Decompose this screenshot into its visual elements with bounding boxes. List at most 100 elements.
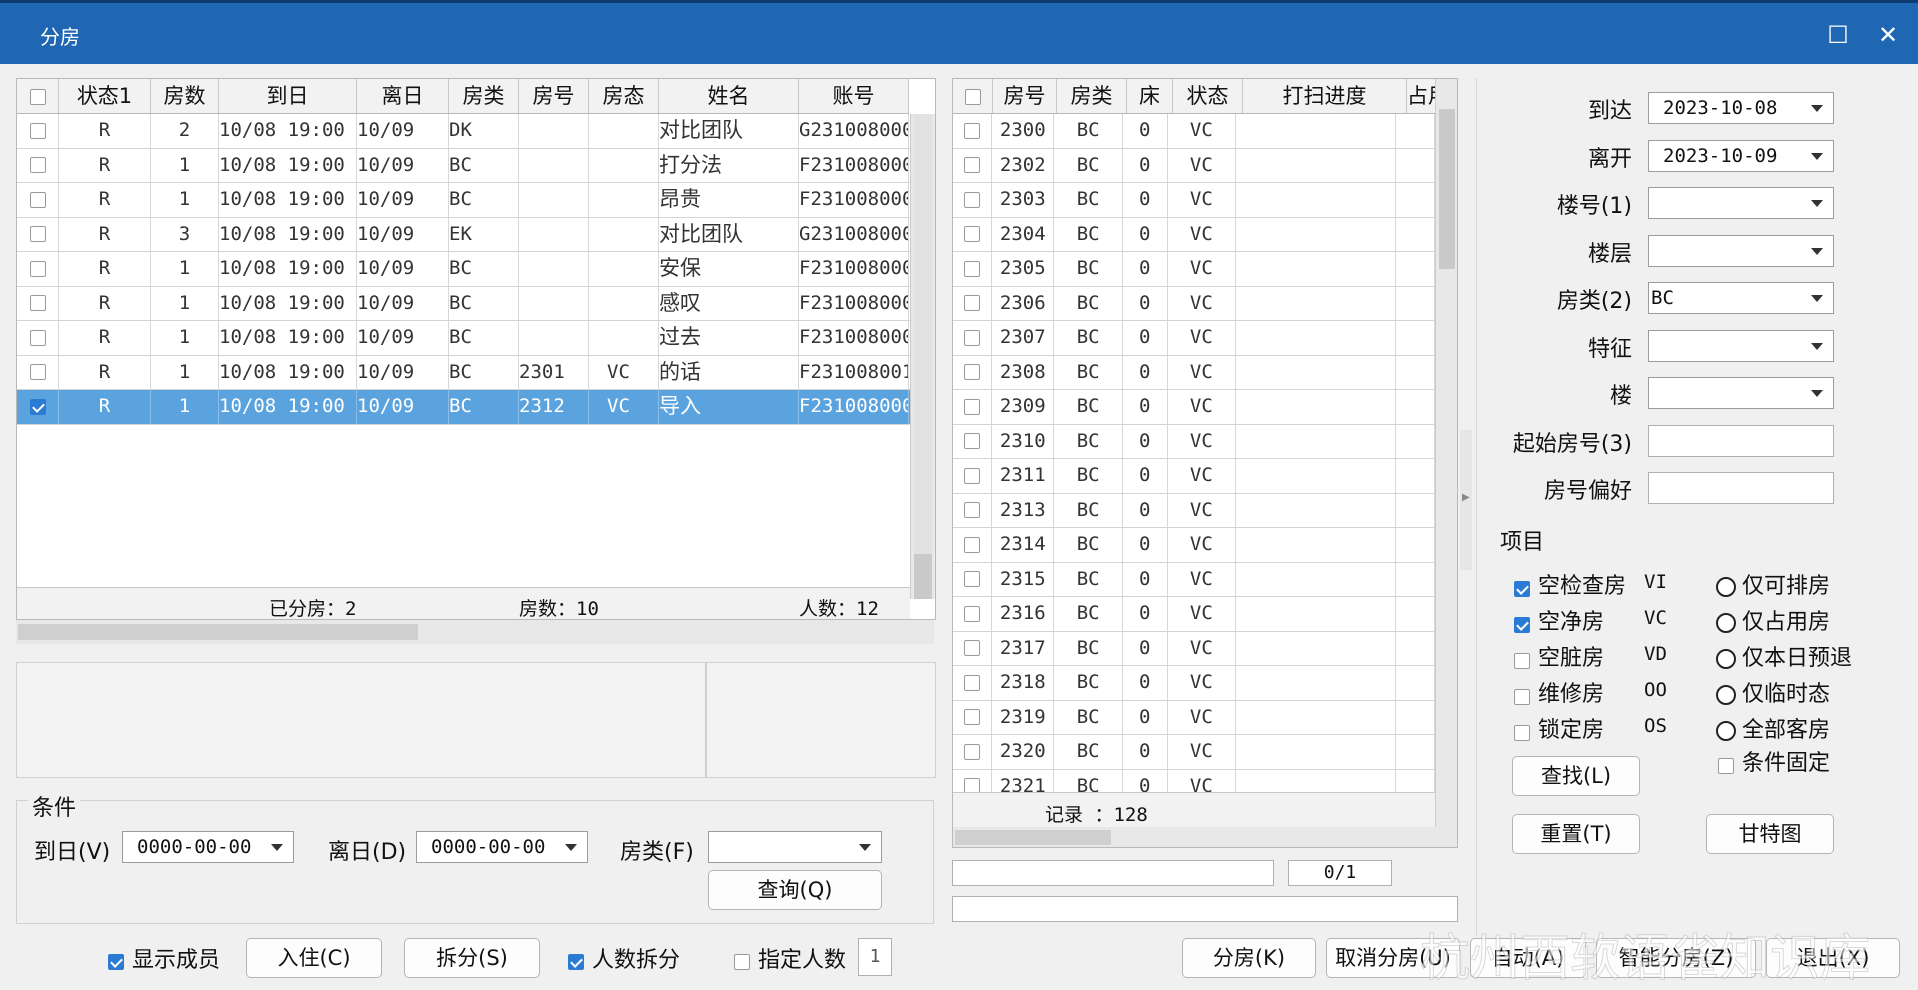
depart-date-combo[interactable]: 0000-00-00 — [416, 831, 588, 863]
smart-assign-button[interactable]: 智能分房(Z) — [1596, 938, 1756, 978]
room-scope-radio[interactable] — [1716, 717, 1736, 741]
room-row[interactable]: 2316 BC 0 VC — [953, 597, 1435, 632]
maximize-icon[interactable]: ☐ — [1820, 17, 1856, 53]
splitter-handle[interactable]: ▶ — [1460, 430, 1472, 570]
row-checkbox[interactable] — [17, 183, 59, 217]
reservation-grid-hscroll[interactable] — [16, 620, 934, 644]
table-row[interactable]: R 1 10/08 19:00 10/09 BC 2312 VC 导入 F231008000 — [17, 390, 910, 425]
room-row-checkbox[interactable] — [953, 390, 993, 424]
specify-people-checkbox[interactable] — [734, 948, 750, 972]
room-row-checkbox[interactable] — [953, 355, 993, 389]
arrive-date-combo[interactable]: 0000-00-00 — [122, 831, 294, 863]
column-header[interactable]: 房态 — [589, 79, 659, 113]
reset-button[interactable]: 重置(T) — [1512, 814, 1640, 854]
room-row-checkbox[interactable] — [953, 597, 993, 631]
gantt-button[interactable]: 甘特图 — [1706, 814, 1834, 854]
filter-depart-combo[interactable]: 2023-10-09 — [1648, 140, 1834, 172]
room-column-header[interactable]: 状态 — [1173, 79, 1243, 113]
room-row-checkbox[interactable] — [953, 321, 993, 355]
room-row[interactable]: 2321 BC 0 VC — [953, 769, 1435, 792]
cancel-assign-button[interactable]: 取消分房(U) — [1326, 938, 1460, 978]
query-button[interactable]: 查询(Q) — [708, 870, 882, 910]
table-row[interactable]: R 1 10/08 19:00 10/09 BC 过去 F231008000 — [17, 321, 910, 356]
room-column-header[interactable]: 房类 — [1057, 79, 1127, 113]
room-row[interactable]: 2311 BC 0 VC — [953, 459, 1435, 494]
room-row[interactable]: 2303 BC 0 VC — [953, 183, 1435, 218]
room-column-header[interactable]: 房号 — [993, 79, 1057, 113]
close-icon[interactable]: ✕ — [1870, 17, 1906, 53]
filter-roomtype-combo[interactable]: BC — [1648, 282, 1834, 314]
room-row[interactable]: 2315 BC 0 VC — [953, 562, 1435, 597]
room-row[interactable]: 2317 BC 0 VC — [953, 631, 1435, 666]
room-row-checkbox[interactable] — [953, 424, 993, 458]
people-split-checkbox[interactable] — [568, 948, 584, 972]
room-row-checkbox[interactable] — [953, 148, 993, 182]
row-checkbox[interactable] — [17, 286, 59, 320]
table-row[interactable]: R 1 10/08 19:00 10/09 BC 昂贵 F231008000 — [17, 183, 910, 218]
filter-feature-combo[interactable] — [1648, 330, 1834, 362]
room-row-checkbox[interactable] — [953, 769, 993, 792]
room-scope-radio[interactable] — [1716, 573, 1736, 597]
room-row-checkbox[interactable] — [953, 252, 993, 286]
exit-button[interactable]: 退出(X) — [1766, 938, 1900, 978]
room-select-all-checkbox[interactable] — [953, 79, 993, 113]
checkin-button[interactable]: 入住(C) — [246, 938, 382, 978]
room-scope-radio[interactable] — [1716, 681, 1736, 705]
room-grid-hscroll[interactable] — [953, 827, 1457, 847]
room-row-checkbox[interactable] — [953, 528, 993, 562]
room-row[interactable]: 2304 BC 0 VC — [953, 217, 1435, 252]
fix-condition-checkbox[interactable] — [1718, 752, 1734, 776]
room-row[interactable]: 2300 BC 0 VC — [953, 114, 1435, 149]
auto-assign-button[interactable]: 自动(A) — [1470, 938, 1586, 978]
room-row[interactable]: 2302 BC 0 VC — [953, 148, 1435, 183]
room-type-combo[interactable] — [708, 831, 882, 863]
reservation-grid-vscroll[interactable] — [910, 114, 935, 599]
room-row[interactable]: 2305 BC 0 VC — [953, 252, 1435, 287]
room-column-header[interactable]: 床 — [1127, 79, 1173, 113]
room-row-checkbox[interactable] — [953, 217, 993, 251]
room-column-header[interactable]: 打扫进度 — [1243, 79, 1407, 113]
room-row-checkbox[interactable] — [953, 114, 993, 148]
room-row[interactable]: 2320 BC 0 VC — [953, 735, 1435, 770]
table-row[interactable]: R 1 10/08 19:00 10/09 BC 2301 VC 的话 F231008001 — [17, 355, 910, 390]
filter-floor-combo[interactable] — [1648, 235, 1834, 267]
room-row-checkbox[interactable] — [953, 493, 993, 527]
filter-start-room-input[interactable] — [1648, 425, 1834, 457]
room-row[interactable]: 2308 BC 0 VC — [953, 355, 1435, 390]
show-members-checkbox[interactable] — [108, 948, 124, 972]
split-button[interactable]: 拆分(S) — [404, 938, 540, 978]
room-row-checkbox[interactable] — [953, 562, 993, 596]
room-row[interactable]: 2306 BC 0 VC — [953, 286, 1435, 321]
table-row[interactable]: R 3 10/08 19:00 10/09 EK 对比团队 G231008000 — [17, 217, 910, 252]
table-row[interactable]: R 2 10/08 19:00 10/09 DK 对比团队 G231008000 — [17, 114, 910, 149]
room-row[interactable]: 2318 BC 0 VC — [953, 666, 1435, 701]
filter-building-combo[interactable] — [1648, 187, 1834, 219]
column-header[interactable]: 离日 — [357, 79, 449, 113]
room-row-checkbox[interactable] — [953, 735, 993, 769]
select-all-checkbox[interactable] — [17, 79, 59, 113]
column-header[interactable]: 房号 — [519, 79, 589, 113]
row-checkbox[interactable] — [17, 321, 59, 355]
column-header[interactable]: 账号 — [799, 79, 909, 113]
room-row-checkbox[interactable] — [953, 183, 993, 217]
room-row-checkbox[interactable] — [953, 459, 993, 493]
room-row[interactable]: 2309 BC 0 VC — [953, 390, 1435, 425]
row-checkbox[interactable] — [17, 148, 59, 182]
column-header[interactable]: 房类 — [449, 79, 519, 113]
room-status-checkbox[interactable] — [1514, 719, 1530, 743]
assign-button[interactable]: 分房(K) — [1182, 938, 1316, 978]
table-row[interactable]: R 1 10/08 19:00 10/09 BC 安保 F231008000 — [17, 252, 910, 287]
room-scope-radio[interactable] — [1716, 645, 1736, 669]
room-row-checkbox[interactable] — [953, 631, 993, 665]
room-row-checkbox[interactable] — [953, 666, 993, 700]
room-status-checkbox[interactable] — [1514, 575, 1530, 599]
filter-arrive-combo[interactable]: 2023-10-08 — [1648, 92, 1834, 124]
table-row[interactable]: R 1 10/08 19:00 10/09 BC 打分法 F231008000 — [17, 148, 910, 183]
find-button[interactable]: 查找(L) — [1512, 756, 1640, 796]
row-checkbox[interactable] — [17, 252, 59, 286]
room-row[interactable]: 2307 BC 0 VC — [953, 321, 1435, 356]
row-checkbox[interactable] — [17, 217, 59, 251]
specify-people-input[interactable]: 1 — [858, 938, 892, 976]
column-header[interactable]: 姓名 — [659, 79, 799, 113]
table-row[interactable]: R 1 10/08 19:00 10/09 BC 感叹 F231008000 — [17, 286, 910, 321]
